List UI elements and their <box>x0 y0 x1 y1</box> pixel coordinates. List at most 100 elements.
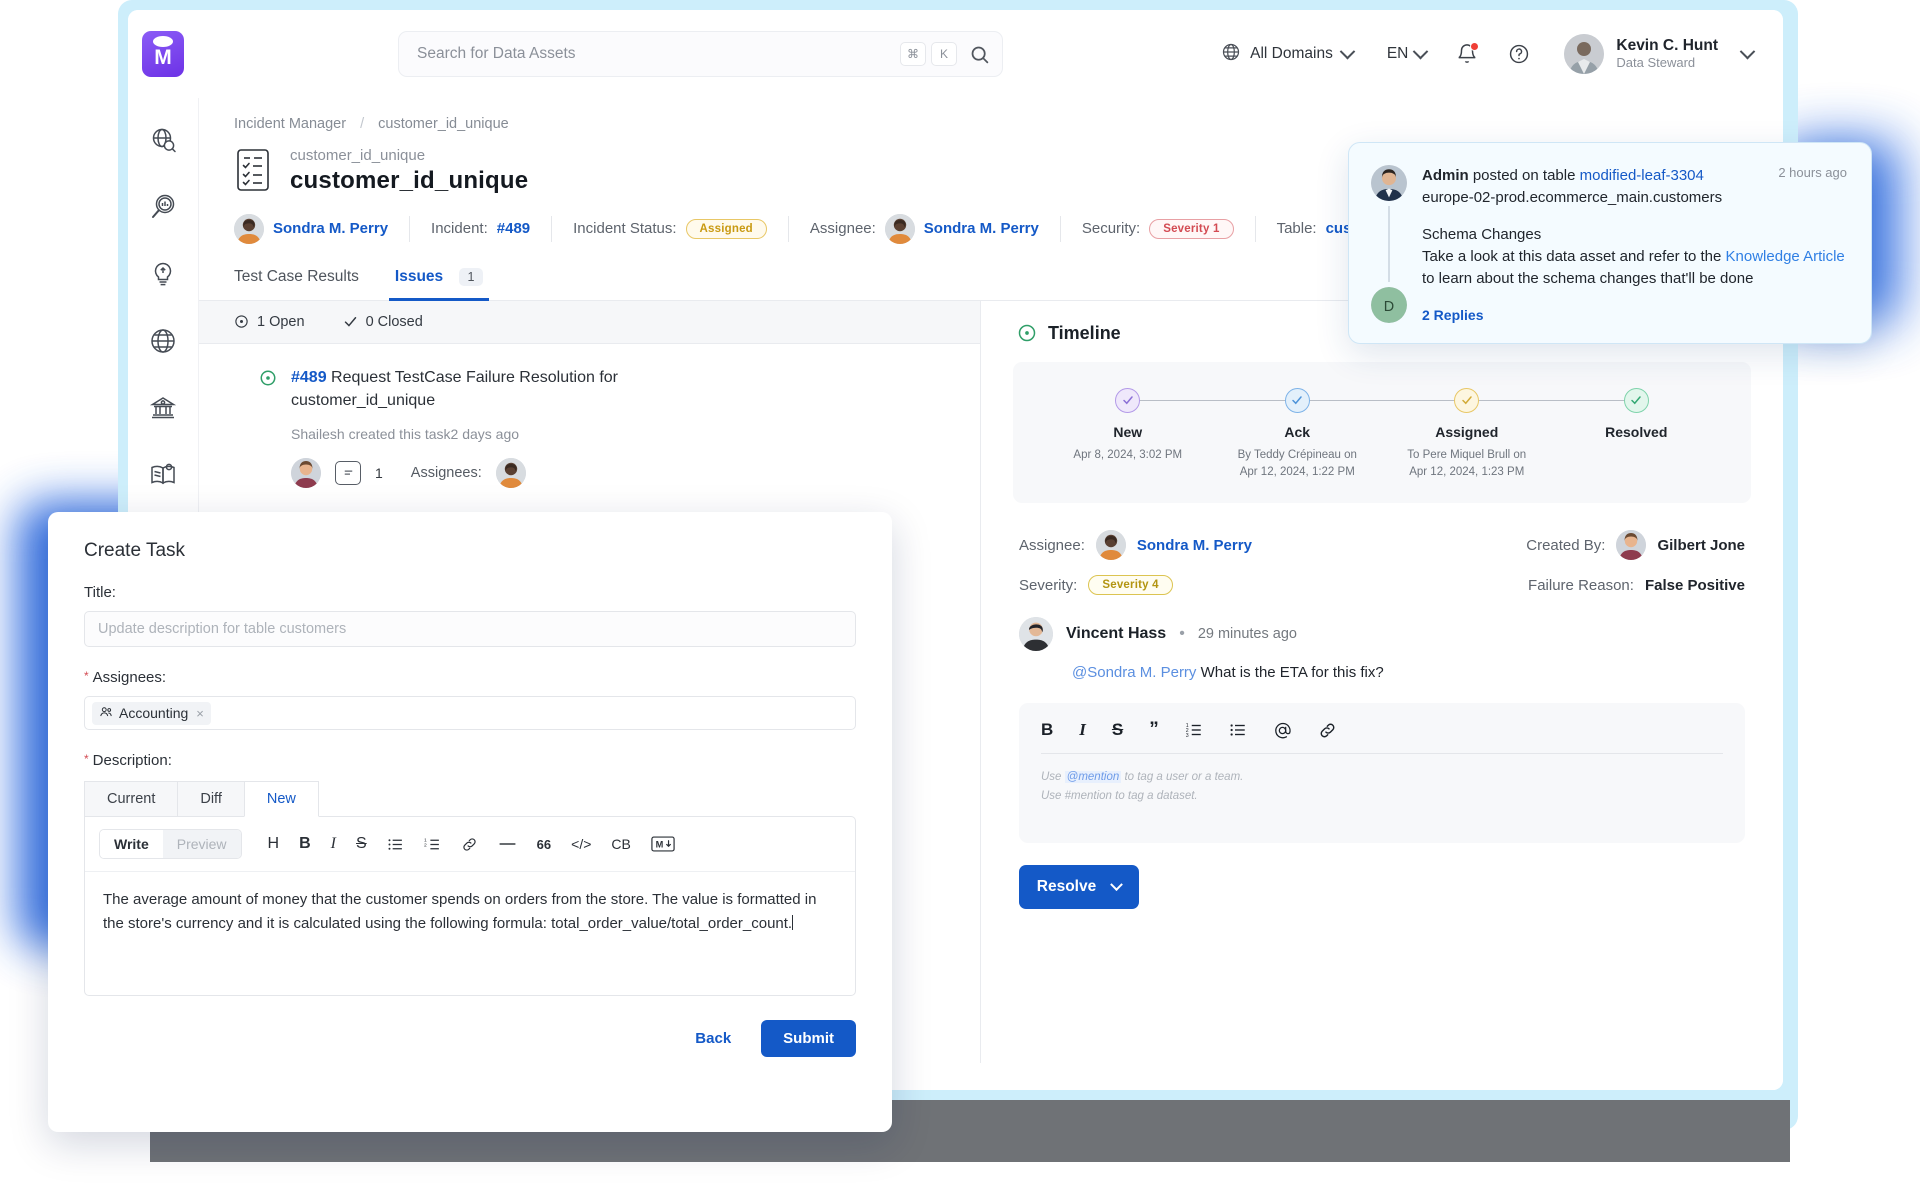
language-selector[interactable]: EN <box>1387 43 1429 63</box>
filter-open[interactable]: 1 Open <box>234 314 305 330</box>
explore-globe-search-icon[interactable] <box>149 126 177 154</box>
close-icon[interactable]: × <box>196 706 204 721</box>
mention-at-icon[interactable] <box>1273 721 1292 740</box>
markdown-toolbar: Write Preview H B I S 12 66 </> CB M <box>85 817 855 872</box>
knowledge-article-link[interactable]: Knowledge Article <box>1726 248 1845 265</box>
submit-button[interactable]: Submit <box>761 1020 856 1057</box>
heading-icon[interactable]: H <box>268 835 280 853</box>
search-icon[interactable] <box>969 44 990 65</box>
meta-incident: Incident: #489 <box>409 215 551 242</box>
desc-tab-diff[interactable]: Diff <box>177 781 244 817</box>
quote-icon[interactable]: 66 <box>537 837 551 852</box>
ordered-list-icon[interactable]: 123 <box>1185 721 1203 739</box>
meta-incident-label: Incident: <box>431 220 488 237</box>
filter-closed[interactable]: 0 Closed <box>343 314 423 330</box>
open-circle-icon <box>235 315 248 328</box>
issue-title-text: Request TestCase Failure Resolution for … <box>291 368 619 409</box>
step-name: Resolved <box>1605 423 1668 440</box>
domain-selector[interactable]: All Domains <box>1221 42 1356 67</box>
closed-count: 0 Closed <box>365 313 423 330</box>
issue-list-item[interactable]: #489 Request TestCase Failure Resolution… <box>199 344 980 488</box>
code-icon[interactable]: </> <box>571 836 591 852</box>
avatar <box>1371 165 1407 201</box>
comment-editor[interactable]: B I S ” 123 Use @mention to tag a user o… <box>1019 703 1745 844</box>
chevron-down-icon <box>1339 43 1356 59</box>
resolve-label: Resolve <box>1036 878 1097 896</box>
meta-owner[interactable]: Sondra M. Perry <box>234 213 409 244</box>
tab-test-case-results[interactable]: Test Case Results <box>234 268 359 300</box>
write-preview-toggle[interactable]: Write Preview <box>99 829 242 859</box>
thread-connector <box>1388 206 1390 282</box>
task-title-placeholder: Update description for table customers <box>98 621 347 637</box>
desc-tab-current[interactable]: Current <box>84 781 178 817</box>
insights-magnifier-icon[interactable] <box>149 193 177 221</box>
glossary-book-icon[interactable] <box>149 461 177 489</box>
comment-count-icon[interactable] <box>335 460 361 485</box>
timeline-circle-icon <box>1018 324 1036 342</box>
svg-text:D: D <box>1384 299 1394 315</box>
strikethrough-icon[interactable]: S <box>1112 720 1123 740</box>
task-title-input[interactable]: Update description for table customers <box>84 611 856 647</box>
chevron-down-icon <box>1739 43 1756 59</box>
meta-security: Security: Severity 1 <box>1059 215 1255 242</box>
link-icon[interactable] <box>461 836 478 853</box>
write-tab[interactable]: Write <box>100 830 163 858</box>
breadcrumb-root[interactable]: Incident Manager <box>234 116 346 132</box>
governance-bank-icon[interactable] <box>149 394 177 422</box>
resolve-button[interactable]: Resolve <box>1019 865 1139 910</box>
back-button[interactable]: Back <box>681 1022 745 1055</box>
assignees-field-label: Assignees: <box>84 669 856 686</box>
globe-icon[interactable] <box>149 327 177 355</box>
markdown-editor[interactable]: Write Preview H B I S 12 66 </> CB M The… <box>84 816 856 996</box>
logo-wrap: M <box>128 31 198 77</box>
preview-tab[interactable]: Preview <box>162 830 241 858</box>
strikethrough-icon[interactable]: S <box>356 835 367 853</box>
hint-prefix: Use <box>1041 771 1062 784</box>
issue-created-meta: Shailesh created this task2 days ago <box>291 425 520 442</box>
step-detail: To Pere Miquel Brull on Apr 12, 2024, 1:… <box>1407 448 1527 478</box>
help-circle-icon[interactable] <box>1508 43 1530 65</box>
issue-id[interactable]: #489 <box>291 369 327 386</box>
meta-incident-value[interactable]: #489 <box>497 220 530 237</box>
italic-icon[interactable]: I <box>331 835 336 853</box>
bullet-list-icon[interactable] <box>387 836 404 853</box>
meta-assignee-value[interactable]: Sondra M. Perry <box>924 220 1039 237</box>
app-header: M Search for Data Assets ⌘ K All Domains <box>128 10 1783 98</box>
code-block-icon[interactable]: CB <box>611 836 630 852</box>
bold-icon[interactable]: B <box>1041 720 1053 740</box>
bold-icon[interactable]: B <box>299 835 311 853</box>
severity-badge: Severity 1 <box>1149 218 1234 239</box>
openmetadata-logo-icon[interactable]: M <box>142 31 184 77</box>
assignees-input[interactable]: Accounting × <box>84 696 856 730</box>
comment-mention[interactable]: @Sondra M. Perry <box>1072 664 1196 681</box>
notifications-bell-icon[interactable] <box>1456 42 1480 65</box>
comment-separator: • <box>1179 625 1185 643</box>
meta-owner-name[interactable]: Sondra M. Perry <box>273 220 388 237</box>
desc-tab-new[interactable]: New <box>243 781 319 817</box>
ordered-list-icon[interactable]: 12 <box>424 836 441 853</box>
notification-popup[interactable]: D 2 hours ago Admin posted on table modi… <box>1348 142 1872 344</box>
markdown-icon[interactable]: M <box>651 836 675 852</box>
detail-assignee-value[interactable]: Sondra M. Perry <box>1137 537 1252 554</box>
notification-replies-link[interactable]: 2 Replies <box>1422 307 1847 323</box>
user-menu[interactable]: Kevin C. Hunt Data Steward <box>1564 34 1756 74</box>
test-case-doc-icon <box>234 148 274 194</box>
bullet-list-icon[interactable] <box>1229 721 1247 739</box>
divider-icon[interactable] <box>498 839 517 849</box>
assignee-chip[interactable]: Accounting × <box>92 701 211 725</box>
page-title-text: customer_id_unique customer_id_unique <box>290 146 528 196</box>
notification-table-link[interactable]: modified-leaf-3304 <box>1580 167 1704 184</box>
description-textarea[interactable]: The average amount of money that the cus… <box>85 872 855 953</box>
link-icon[interactable] <box>1318 721 1337 740</box>
lightbulb-icon[interactable] <box>149 260 177 288</box>
create-task-modal: Create Task Title: Update description fo… <box>48 512 892 1132</box>
tab-issues[interactable]: Issues 1 <box>388 267 489 301</box>
detail-row-severity: Severity: Severity 4 Failure Reason: Fal… <box>1019 565 1745 605</box>
timeline-connector <box>1297 399 1467 402</box>
quote-icon[interactable]: ” <box>1149 720 1159 739</box>
severity-badge[interactable]: Severity 4 <box>1088 575 1173 596</box>
comment-editor-hint: Use @mention to tag a user or a team. Us… <box>1041 754 1723 806</box>
italic-icon[interactable]: I <box>1079 720 1086 740</box>
comment-time: 29 minutes ago <box>1197 626 1297 643</box>
search-input[interactable]: Search for Data Assets ⌘ K <box>398 31 1003 77</box>
